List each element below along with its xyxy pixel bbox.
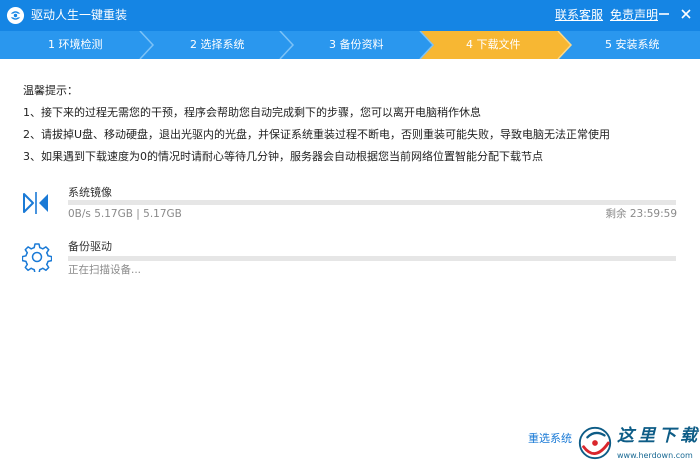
tips-title: 温馨提示：: [23, 84, 78, 97]
tip-item-3: 3、如果遇到下载速度为0的情况时请耐心等待几分钟，服务器会自动根据您当前网络位置…: [23, 150, 543, 163]
gear-icon: [22, 243, 52, 272]
tip-item-2: 2、请拔掉U盘、移动硬盘，退出光驱内的光盘，并保证系统重装过程不断电，否则重装可…: [23, 128, 611, 141]
task-system-image-remaining: 剩余 23:59:59: [605, 208, 678, 220]
step-3-label: 3 备份资料: [329, 38, 384, 51]
reselect-system-link[interactable]: 重选系统: [528, 432, 572, 446]
tip-item-1: 1、接下来的过程无需您的干预，程序会帮助您自动完成剩下的步骤，您可以离开电脑稍作…: [23, 106, 481, 119]
task-system-image-name: 系统镜像: [68, 186, 112, 199]
download-arrows-icon: [23, 192, 48, 214]
task-backup-drivers-progress: [68, 256, 676, 261]
site-watermark: 这里下载 www.herdown.com: [573, 420, 700, 467]
disclaimer-link[interactable]: 免责声明: [610, 8, 658, 23]
task-backup-drivers-status: 正在扫描设备...: [68, 264, 142, 276]
app-logo-icon: [6, 6, 25, 25]
close-icon[interactable]: [677, 5, 695, 23]
task-backup-drivers-name: 备份驱动: [68, 240, 112, 253]
app-title: 驱动人生一键重装: [31, 8, 128, 22]
minimize-icon[interactable]: [655, 5, 673, 23]
step-1-label: 1 环境检测: [48, 38, 103, 51]
step-5-label: 5 安装系统: [605, 38, 660, 51]
step-2-label: 2 选择系统: [190, 38, 245, 51]
contact-service-link[interactable]: 联系客服: [555, 8, 603, 23]
task-system-image-status: 0B/s 5.17GB | 5.17GB: [68, 208, 182, 220]
watermark-text: 这里下载: [617, 426, 700, 446]
watermark-logo-icon: [578, 426, 612, 460]
task-system-image-progress: [68, 200, 676, 205]
title-bar: 驱动人生一键重装 联系客服 免责声明: [0, 0, 700, 31]
step-4-label: 4 下载文件: [466, 38, 521, 51]
watermark-url: www.herdown.com: [617, 451, 693, 460]
